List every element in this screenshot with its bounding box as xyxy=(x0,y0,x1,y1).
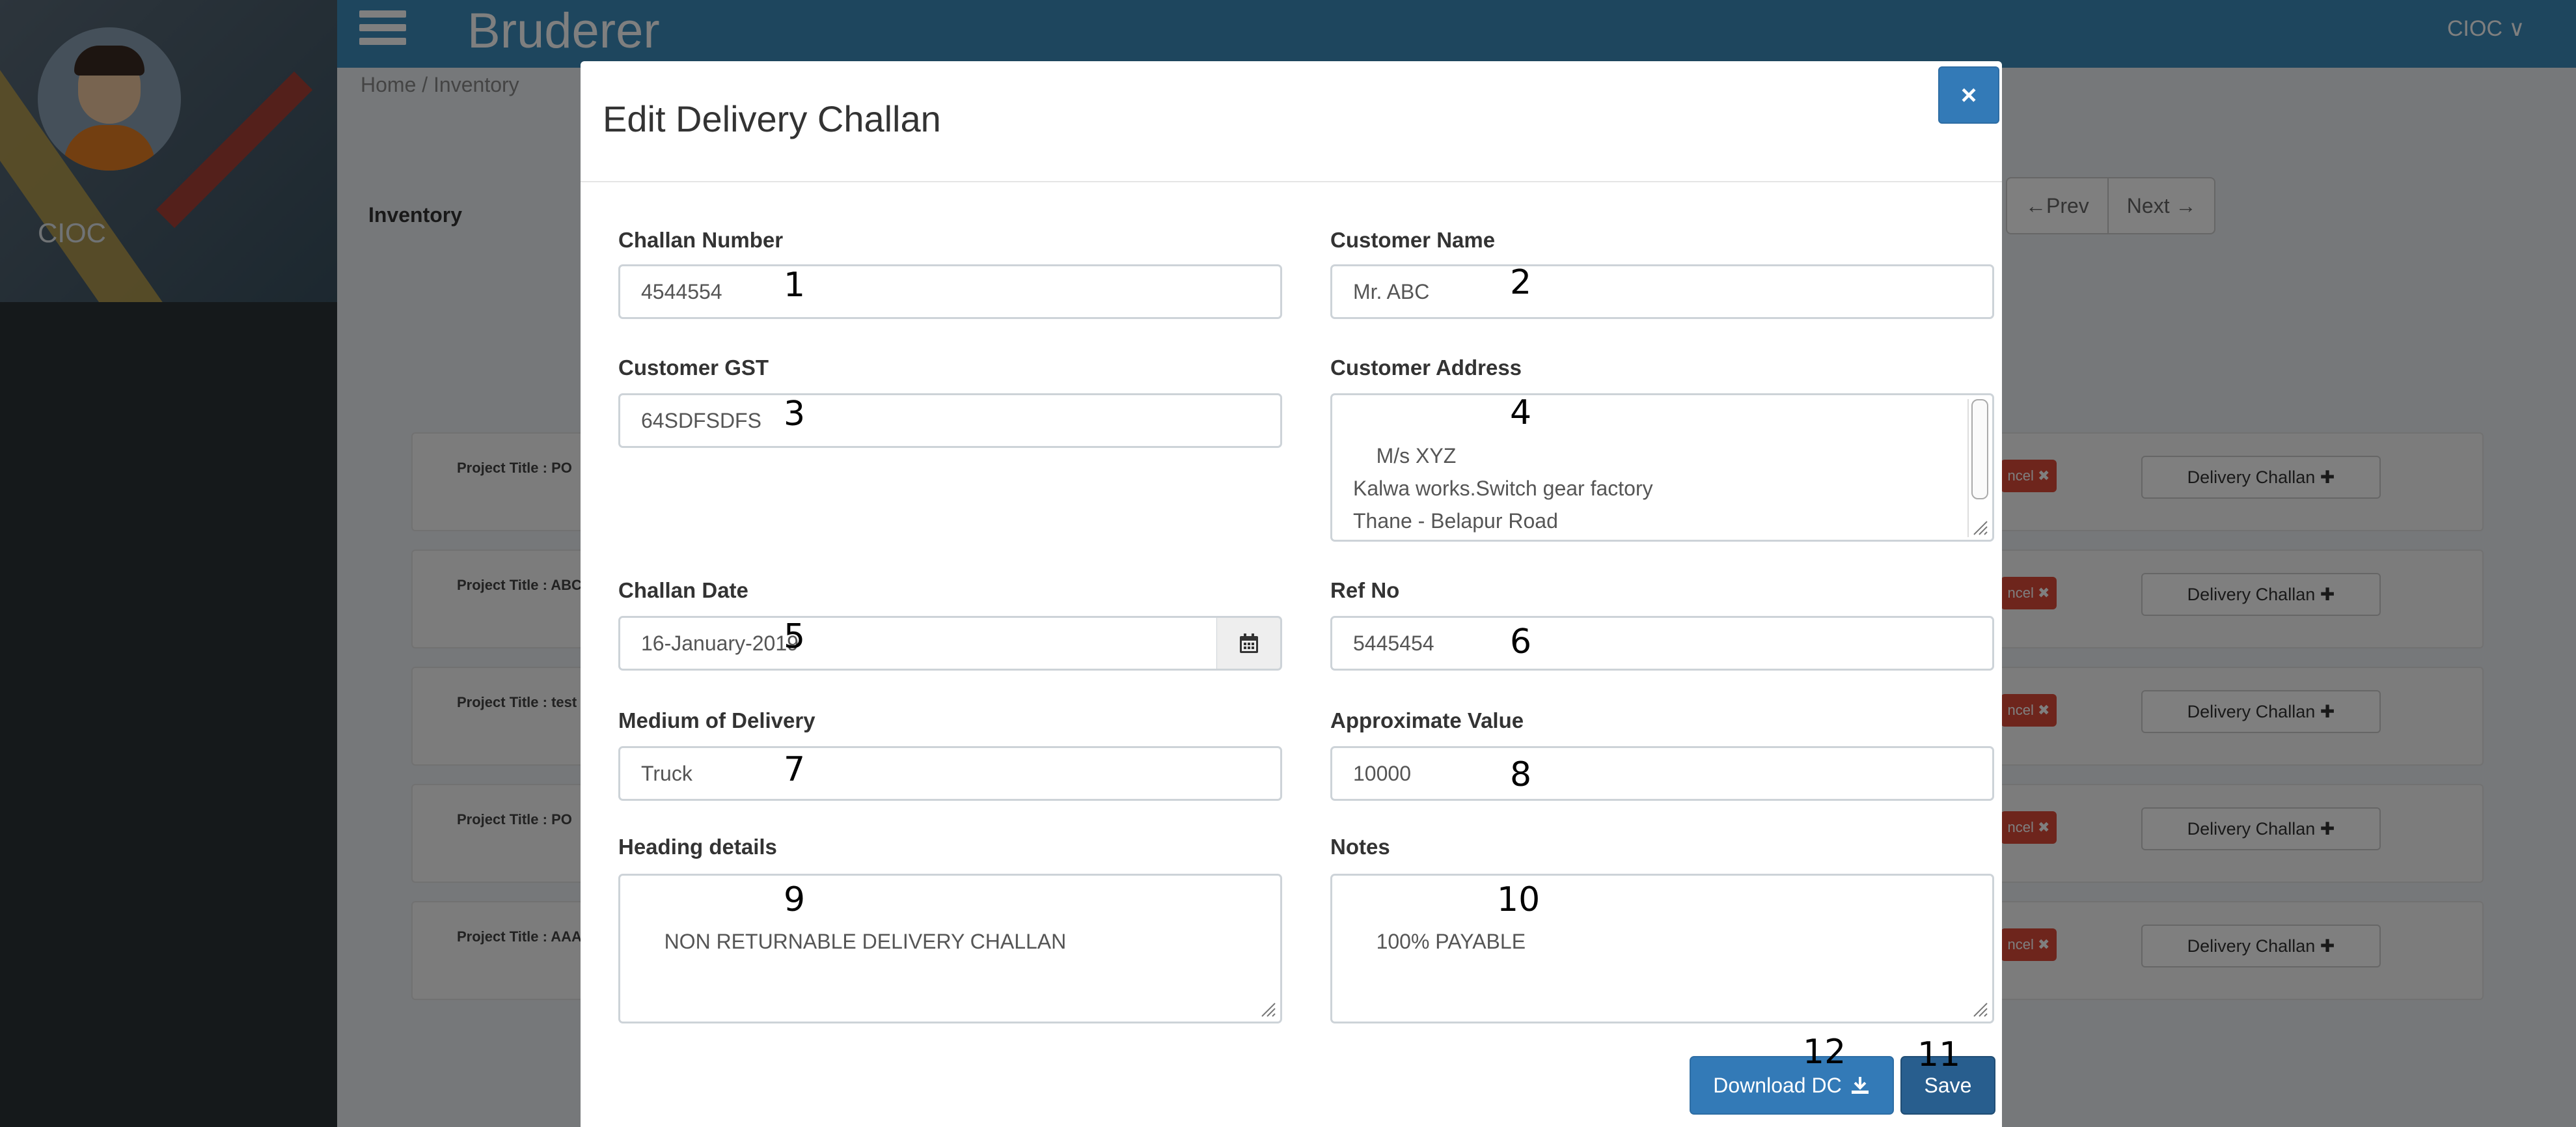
marker-6: 6 xyxy=(1510,622,1532,661)
approximate-value-label: Approximate Value xyxy=(1330,708,1524,732)
download-icon xyxy=(1851,1077,1869,1094)
customer-name-label: Customer Name xyxy=(1330,228,1496,252)
marker-8: 8 xyxy=(1510,755,1532,794)
customer-gst-field[interactable]: 64SDFSDFS xyxy=(618,393,1282,448)
marker-2: 2 xyxy=(1510,263,1532,302)
challan-date-label: Challan Date xyxy=(618,578,748,602)
challan-date-field[interactable]: 16-January-2019 xyxy=(618,616,1218,671)
approximate-value-field[interactable]: 10000 xyxy=(1330,746,1994,801)
marker-12: 12 xyxy=(1803,1033,1846,1072)
notes-label: Notes xyxy=(1330,835,1390,859)
customer-gst-label: Customer GST xyxy=(618,355,769,380)
resize-handle-icon[interactable] xyxy=(1969,516,1988,536)
download-dc-button[interactable]: Download DC xyxy=(1690,1056,1894,1115)
heading-details-text: NON RETURNABLE DELIVERY CHALLAN xyxy=(664,930,1067,953)
customer-name-field[interactable]: Mr. ABC xyxy=(1330,264,1994,319)
notes-text: 100% PAYABLE xyxy=(1376,930,1526,953)
marker-7: 7 xyxy=(784,750,806,789)
scrollbar-thumb[interactable] xyxy=(1971,399,1988,499)
calendar-icon xyxy=(1239,633,1258,653)
challan-number-label: Challan Number xyxy=(618,228,784,252)
marker-3: 3 xyxy=(784,395,806,434)
download-dc-label: Download DC xyxy=(1713,1073,1842,1097)
close-button[interactable]: × xyxy=(1938,66,1999,124)
heading-details-label: Heading details xyxy=(618,835,777,859)
marker-10: 10 xyxy=(1497,880,1541,919)
marker-11: 11 xyxy=(1917,1035,1961,1074)
edit-delivery-challan-modal: Edit Delivery Challan × Challan Number 4… xyxy=(581,61,2002,1127)
customer-address-textarea[interactable]: M/s XYZ Kalwa works.Switch gear factory … xyxy=(1330,393,1994,542)
ref-no-field[interactable]: 5445454 xyxy=(1330,616,1994,671)
resize-handle-icon[interactable] xyxy=(1969,998,1988,1018)
notes-textarea[interactable]: 100% PAYABLE xyxy=(1330,874,1994,1023)
calendar-button[interactable] xyxy=(1217,616,1282,671)
ref-no-label: Ref No xyxy=(1330,578,1400,602)
marker-1: 1 xyxy=(784,266,806,305)
modal-title: Edit Delivery Challan xyxy=(603,98,941,139)
modal-header: Edit Delivery Challan × xyxy=(581,61,2002,182)
medium-of-delivery-label: Medium of Delivery xyxy=(618,708,815,732)
resize-handle-icon[interactable] xyxy=(1257,998,1276,1018)
customer-address-text: M/s XYZ Kalwa works.Switch gear factory … xyxy=(1353,444,1653,533)
marker-5: 5 xyxy=(784,617,806,656)
medium-of-delivery-field[interactable]: Truck xyxy=(618,746,1282,801)
marker-9: 9 xyxy=(784,880,806,919)
customer-address-label: Customer Address xyxy=(1330,355,1522,380)
challan-number-field[interactable]: 4544554 xyxy=(618,264,1282,319)
heading-details-textarea[interactable]: NON RETURNABLE DELIVERY CHALLAN xyxy=(618,874,1282,1023)
marker-4: 4 xyxy=(1510,393,1532,432)
